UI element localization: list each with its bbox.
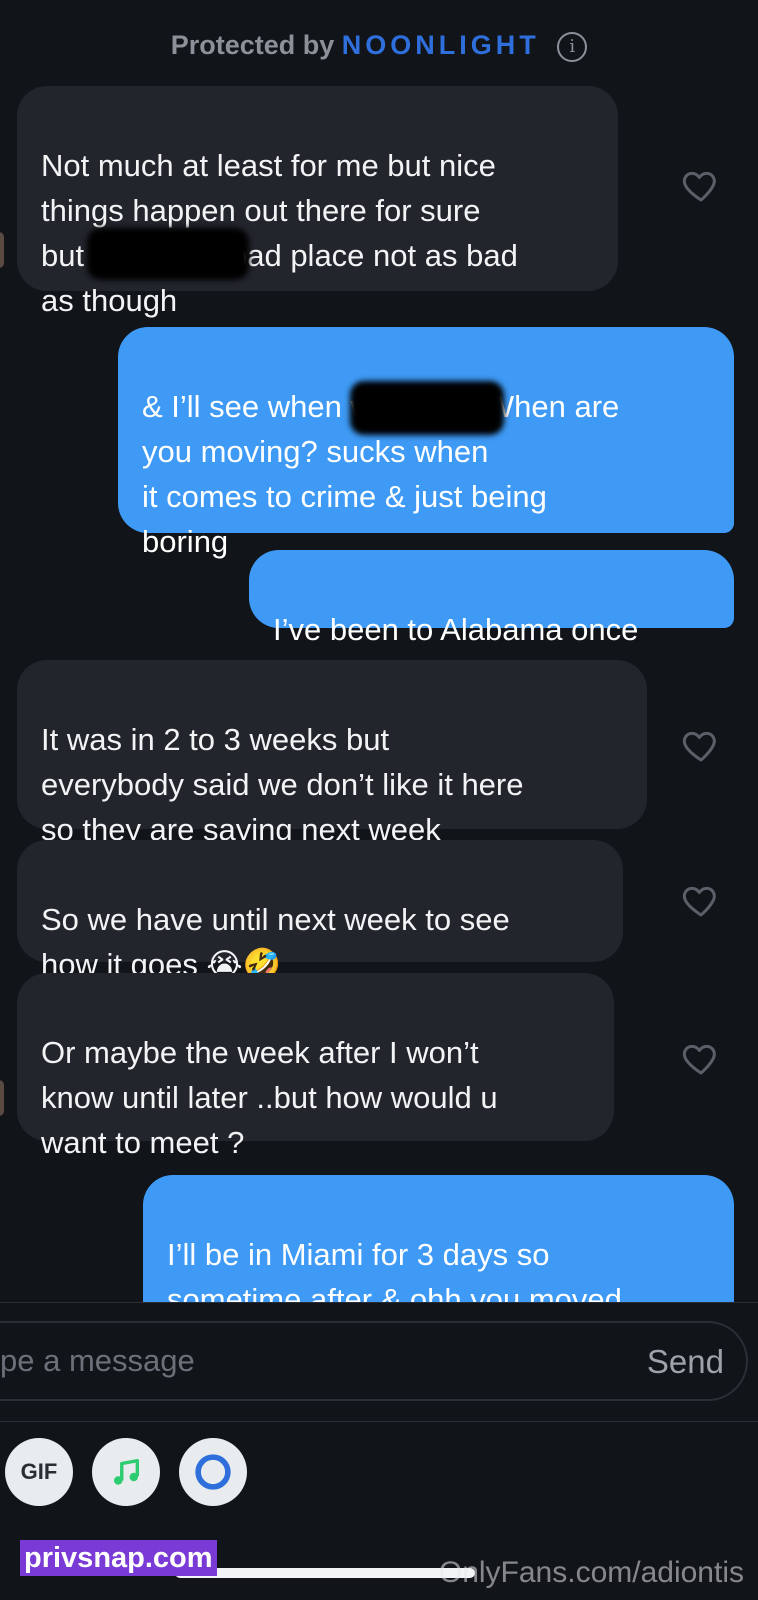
message-text: So we have until next week to see how it… [41,902,510,982]
attachment-toolbar: GIF [0,1438,758,1508]
outgoing-message[interactable]: I’ve been to Alabama once [249,550,734,647]
banner-brand: NOONLIGHT [341,30,540,60]
redaction-block [350,381,504,435]
watermark-text: OnlyFans.com/adiontis [438,1556,744,1589]
ring-icon [195,1454,231,1490]
avatar[interactable] [0,1080,4,1116]
message-text: I’ll be in Miami for 3 days so sometime … [167,1237,622,1302]
message-composer: pe a message Send [0,1302,758,1422]
safety-banner[interactable]: Protected by NOONLIGHT i [0,30,758,62]
gif-button[interactable]: GIF [5,1438,73,1506]
home-indicator[interactable] [175,1568,475,1578]
heart-icon[interactable] [681,1038,721,1078]
message-text: I’ve been to Alabama once [273,612,639,647]
incoming-message[interactable]: It was in 2 to 3 weeks but everybody sai… [17,660,647,847]
heart-icon[interactable] [681,880,721,920]
music-button[interactable] [92,1438,160,1506]
heart-icon[interactable] [681,165,721,205]
send-button[interactable]: Send [647,1343,724,1381]
message-text: Or maybe the week after I won’t know unt… [41,1035,498,1160]
chat-screen: Protected by NOONLIGHT i Not much at lea… [0,0,758,1600]
outgoing-message[interactable]: I’ll be in Miami for 3 days so sometime … [143,1175,734,1302]
message-input[interactable]: pe a message Send [0,1321,748,1401]
music-note-icon [113,1458,140,1485]
message-text: It was in 2 to 3 weeks but everybody sai… [41,722,524,847]
incoming-message[interactable]: Or maybe the week after I won’t know unt… [17,973,614,1160]
message-thread[interactable]: Protected by NOONLIGHT i Not much at lea… [0,0,758,1302]
watermark-logo: privsnap.com [20,1540,217,1576]
heart-icon[interactable] [681,725,721,765]
incoming-message[interactable]: So we have until next week to see how it… [17,840,623,982]
info-icon[interactable]: i [557,31,588,62]
outgoing-message[interactable]: & I’ll see when we meet. When are you mo… [118,327,734,559]
message-input-placeholder: pe a message [0,1343,195,1378]
gif-label: GIF [20,1459,58,1484]
avatar[interactable] [0,232,4,268]
banner-prefix: Protected by [170,30,335,60]
ring-button[interactable] [179,1438,247,1506]
incoming-message[interactable]: Not much at least for me but nice things… [17,86,618,318]
redaction-block [87,228,249,280]
